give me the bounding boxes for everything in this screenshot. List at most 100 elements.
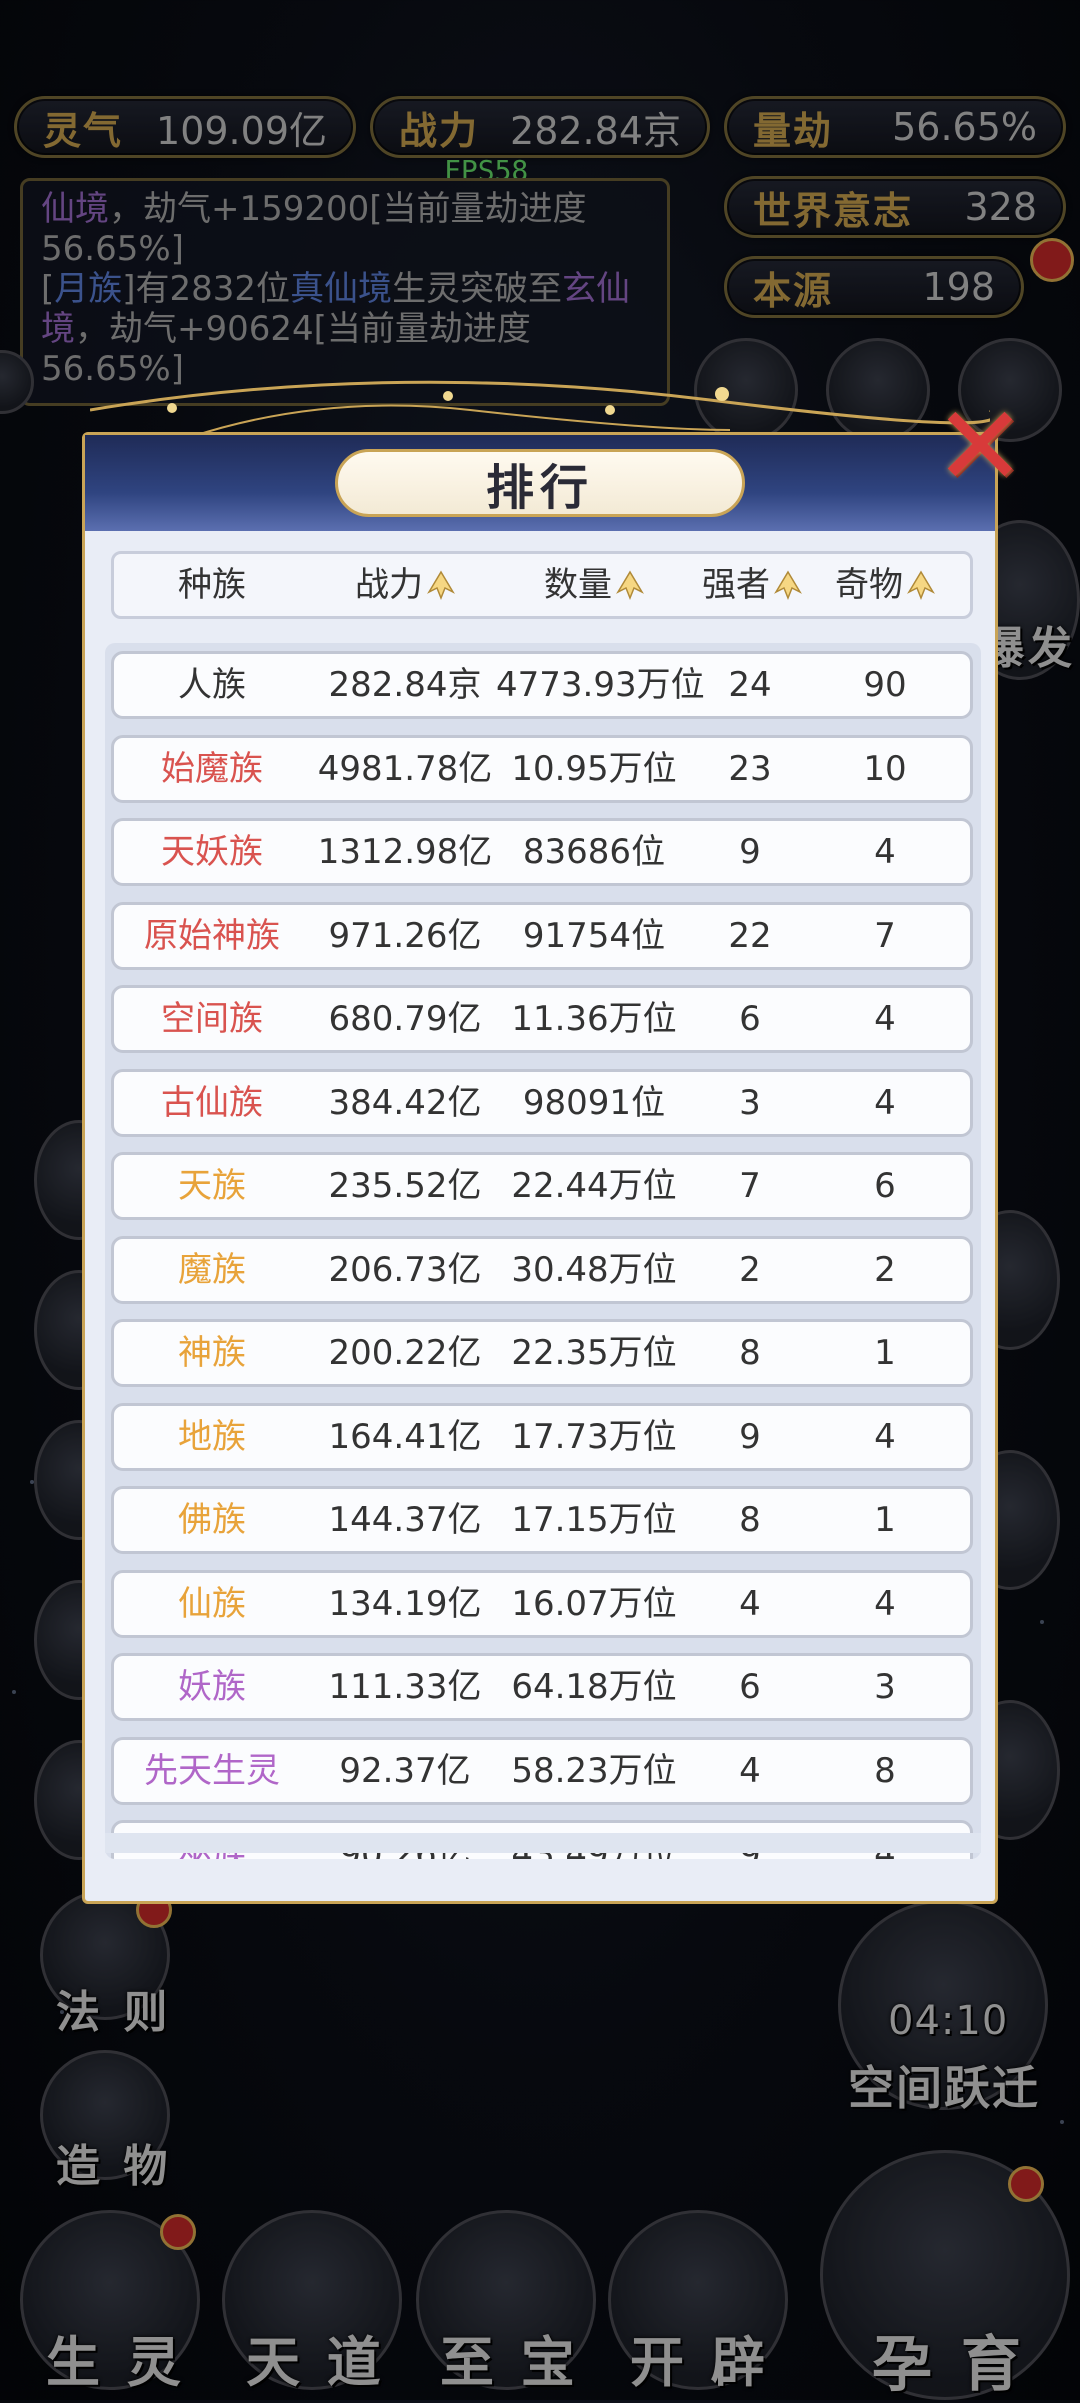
cell-count: 10.95万位	[511, 748, 677, 789]
cell-count: 58.23万位	[511, 1750, 677, 1791]
table-row[interactable]: 先天生灵 92.37亿 58.23万位 4 8	[111, 1736, 973, 1805]
cell-power: 111.33亿	[328, 1667, 482, 1707]
cell-count: 91754位	[522, 915, 666, 956]
cell-name: 古仙族	[161, 1082, 263, 1123]
cell-name: 仙族	[178, 1583, 246, 1624]
cell-name: 妖族	[178, 1667, 246, 1707]
close-icon[interactable]: ✕	[930, 391, 1030, 501]
header-count-label: 数量	[544, 565, 612, 605]
header-race-label: 种族	[178, 565, 246, 605]
cell-strong: 8	[739, 1500, 761, 1540]
cell-strong: 9	[739, 1416, 761, 1457]
table-row[interactable]: 人族 282.84京 4773.93万位 24 90	[111, 651, 973, 719]
sort-arrow-icon	[427, 570, 455, 600]
table-row[interactable]: 天妖族 1312.98亿 83686位 9 4	[111, 818, 973, 886]
cell-strong: 9	[739, 832, 761, 872]
cell-power: 134.19亿	[328, 1583, 482, 1624]
cell-strong: 24	[728, 665, 772, 705]
cell-name: 先天生灵	[144, 1750, 280, 1791]
cell-power: 971.26亿	[328, 915, 482, 956]
cell-items: 4	[874, 1583, 896, 1624]
cell-items: 1	[874, 1333, 896, 1373]
table-row[interactable]: 天族 235.52亿 22.44万位 7 6	[111, 1152, 973, 1220]
sort-arrow-icon	[616, 570, 644, 600]
cell-items: 1	[874, 1500, 896, 1540]
cell-items: 4	[874, 999, 896, 1039]
cell-power: 144.37亿	[328, 1500, 482, 1540]
cell-items: 6	[874, 1166, 896, 1206]
cell-items: 4	[874, 1416, 896, 1457]
sort-arrow-icon	[907, 570, 935, 600]
header-race: 种族	[114, 554, 310, 616]
table-row[interactable]: 仙族 134.19亿 16.07万位 4 4	[111, 1569, 973, 1638]
cell-name: 地族	[178, 1416, 246, 1457]
cell-strong: 23	[728, 748, 772, 789]
cell-name: 始魔族	[161, 748, 263, 789]
cell-strong: 6	[739, 999, 761, 1039]
cell-count: 17.15万位	[511, 1500, 677, 1540]
cell-power: 164.41亿	[328, 1416, 482, 1457]
ranking-list[interactable]: 人族 282.84京 4773.93万位 24 90 始魔族 4981.78亿 10.95万位…	[105, 643, 981, 1859]
cell-power: 235.52亿	[328, 1166, 482, 1206]
table-row[interactable]: 始魔族 4981.78亿 10.95万位 23 10	[111, 734, 973, 803]
cell-items: 8	[874, 1750, 896, 1791]
header-items[interactable]: 奇物	[798, 554, 972, 616]
cell-count: 16.07万位	[511, 1583, 677, 1624]
cell-items: 2	[874, 1249, 896, 1290]
cell-strong: 2	[739, 1249, 761, 1290]
header-power[interactable]: 战力	[310, 554, 500, 616]
cell-strong: 22	[728, 915, 772, 956]
cell-name: 空间族	[161, 999, 263, 1039]
table-row[interactable]: 魔族 206.73亿 30.48万位 2 2	[111, 1235, 973, 1304]
cell-count: 64.18万位	[511, 1667, 677, 1707]
cell-name: 原始神族	[144, 915, 280, 956]
table-row[interactable]: 原始神族 971.26亿 91754位 22 7	[111, 901, 973, 970]
cell-power: 4981.78亿	[317, 748, 493, 789]
table-row[interactable]: 神族 200.22亿 22.35万位 8 1	[111, 1319, 973, 1387]
cell-name: 人族	[178, 665, 246, 705]
cell-strong: 6	[739, 1667, 761, 1707]
header-strong[interactable]: 强者	[702, 554, 802, 616]
cell-strong: 4	[739, 1583, 761, 1624]
table-row[interactable]: 古仙族 384.42亿 98091位 3 4	[111, 1068, 973, 1137]
cell-power: 282.84京	[328, 665, 482, 705]
cell-strong: 7	[739, 1166, 761, 1206]
cell-name: 天妖族	[161, 832, 263, 872]
table-row[interactable]: 空间族 680.79亿 11.36万位 6 4	[111, 985, 973, 1053]
cell-count: 98091位	[522, 1082, 666, 1123]
cell-count: 83686位	[522, 832, 666, 872]
cell-items: 4	[874, 1082, 896, 1123]
cell-strong: 4	[739, 1750, 761, 1791]
header-items-label: 奇物	[835, 565, 903, 605]
header-count[interactable]: 数量	[496, 554, 692, 616]
cell-count: 11.36万位	[511, 999, 677, 1039]
cell-count: 4773.93万位	[496, 665, 705, 705]
cell-strong: 3	[739, 1082, 761, 1123]
cell-count: 17.73万位	[511, 1416, 677, 1457]
cell-count: 22.35万位	[511, 1333, 677, 1373]
cell-power: 92.37亿	[339, 1750, 471, 1791]
cell-name: 魔族	[178, 1249, 246, 1290]
cell-items: 7	[874, 915, 896, 956]
cell-power: 680.79亿	[328, 999, 482, 1039]
cell-items: 90	[863, 665, 907, 705]
cell-count: 22.44万位	[511, 1166, 677, 1206]
cell-name: 佛族	[178, 1500, 246, 1540]
header-power-label: 战力	[355, 565, 423, 605]
table-row[interactable]: 佛族 144.37亿 17.15万位 8 1	[111, 1486, 973, 1554]
header-strong-label: 强者	[702, 565, 770, 605]
cell-items: 4	[874, 832, 896, 872]
cell-name: 神族	[178, 1333, 246, 1373]
cell-count: 30.48万位	[511, 1249, 677, 1290]
table-row[interactable]: 妖族 111.33亿 64.18万位 6 3	[111, 1653, 973, 1721]
ranking-dialog: 排行 种族 战力 数量 强者 奇物 人族 282.84京 4773.93万位 24 90…	[82, 432, 998, 1904]
cell-items: 3	[874, 1667, 896, 1707]
table-header: 种族 战力 数量 强者 奇物	[111, 551, 973, 619]
cell-power: 384.42亿	[328, 1082, 482, 1123]
cell-power: 206.73亿	[328, 1249, 482, 1290]
cell-power: 200.22亿	[328, 1333, 482, 1373]
table-row[interactable]: 地族 164.41亿 17.73万位 9 4	[111, 1402, 973, 1471]
cell-name: 天族	[178, 1166, 246, 1206]
cell-items: 10	[863, 748, 907, 789]
list-bottom-edge	[105, 1833, 981, 1853]
